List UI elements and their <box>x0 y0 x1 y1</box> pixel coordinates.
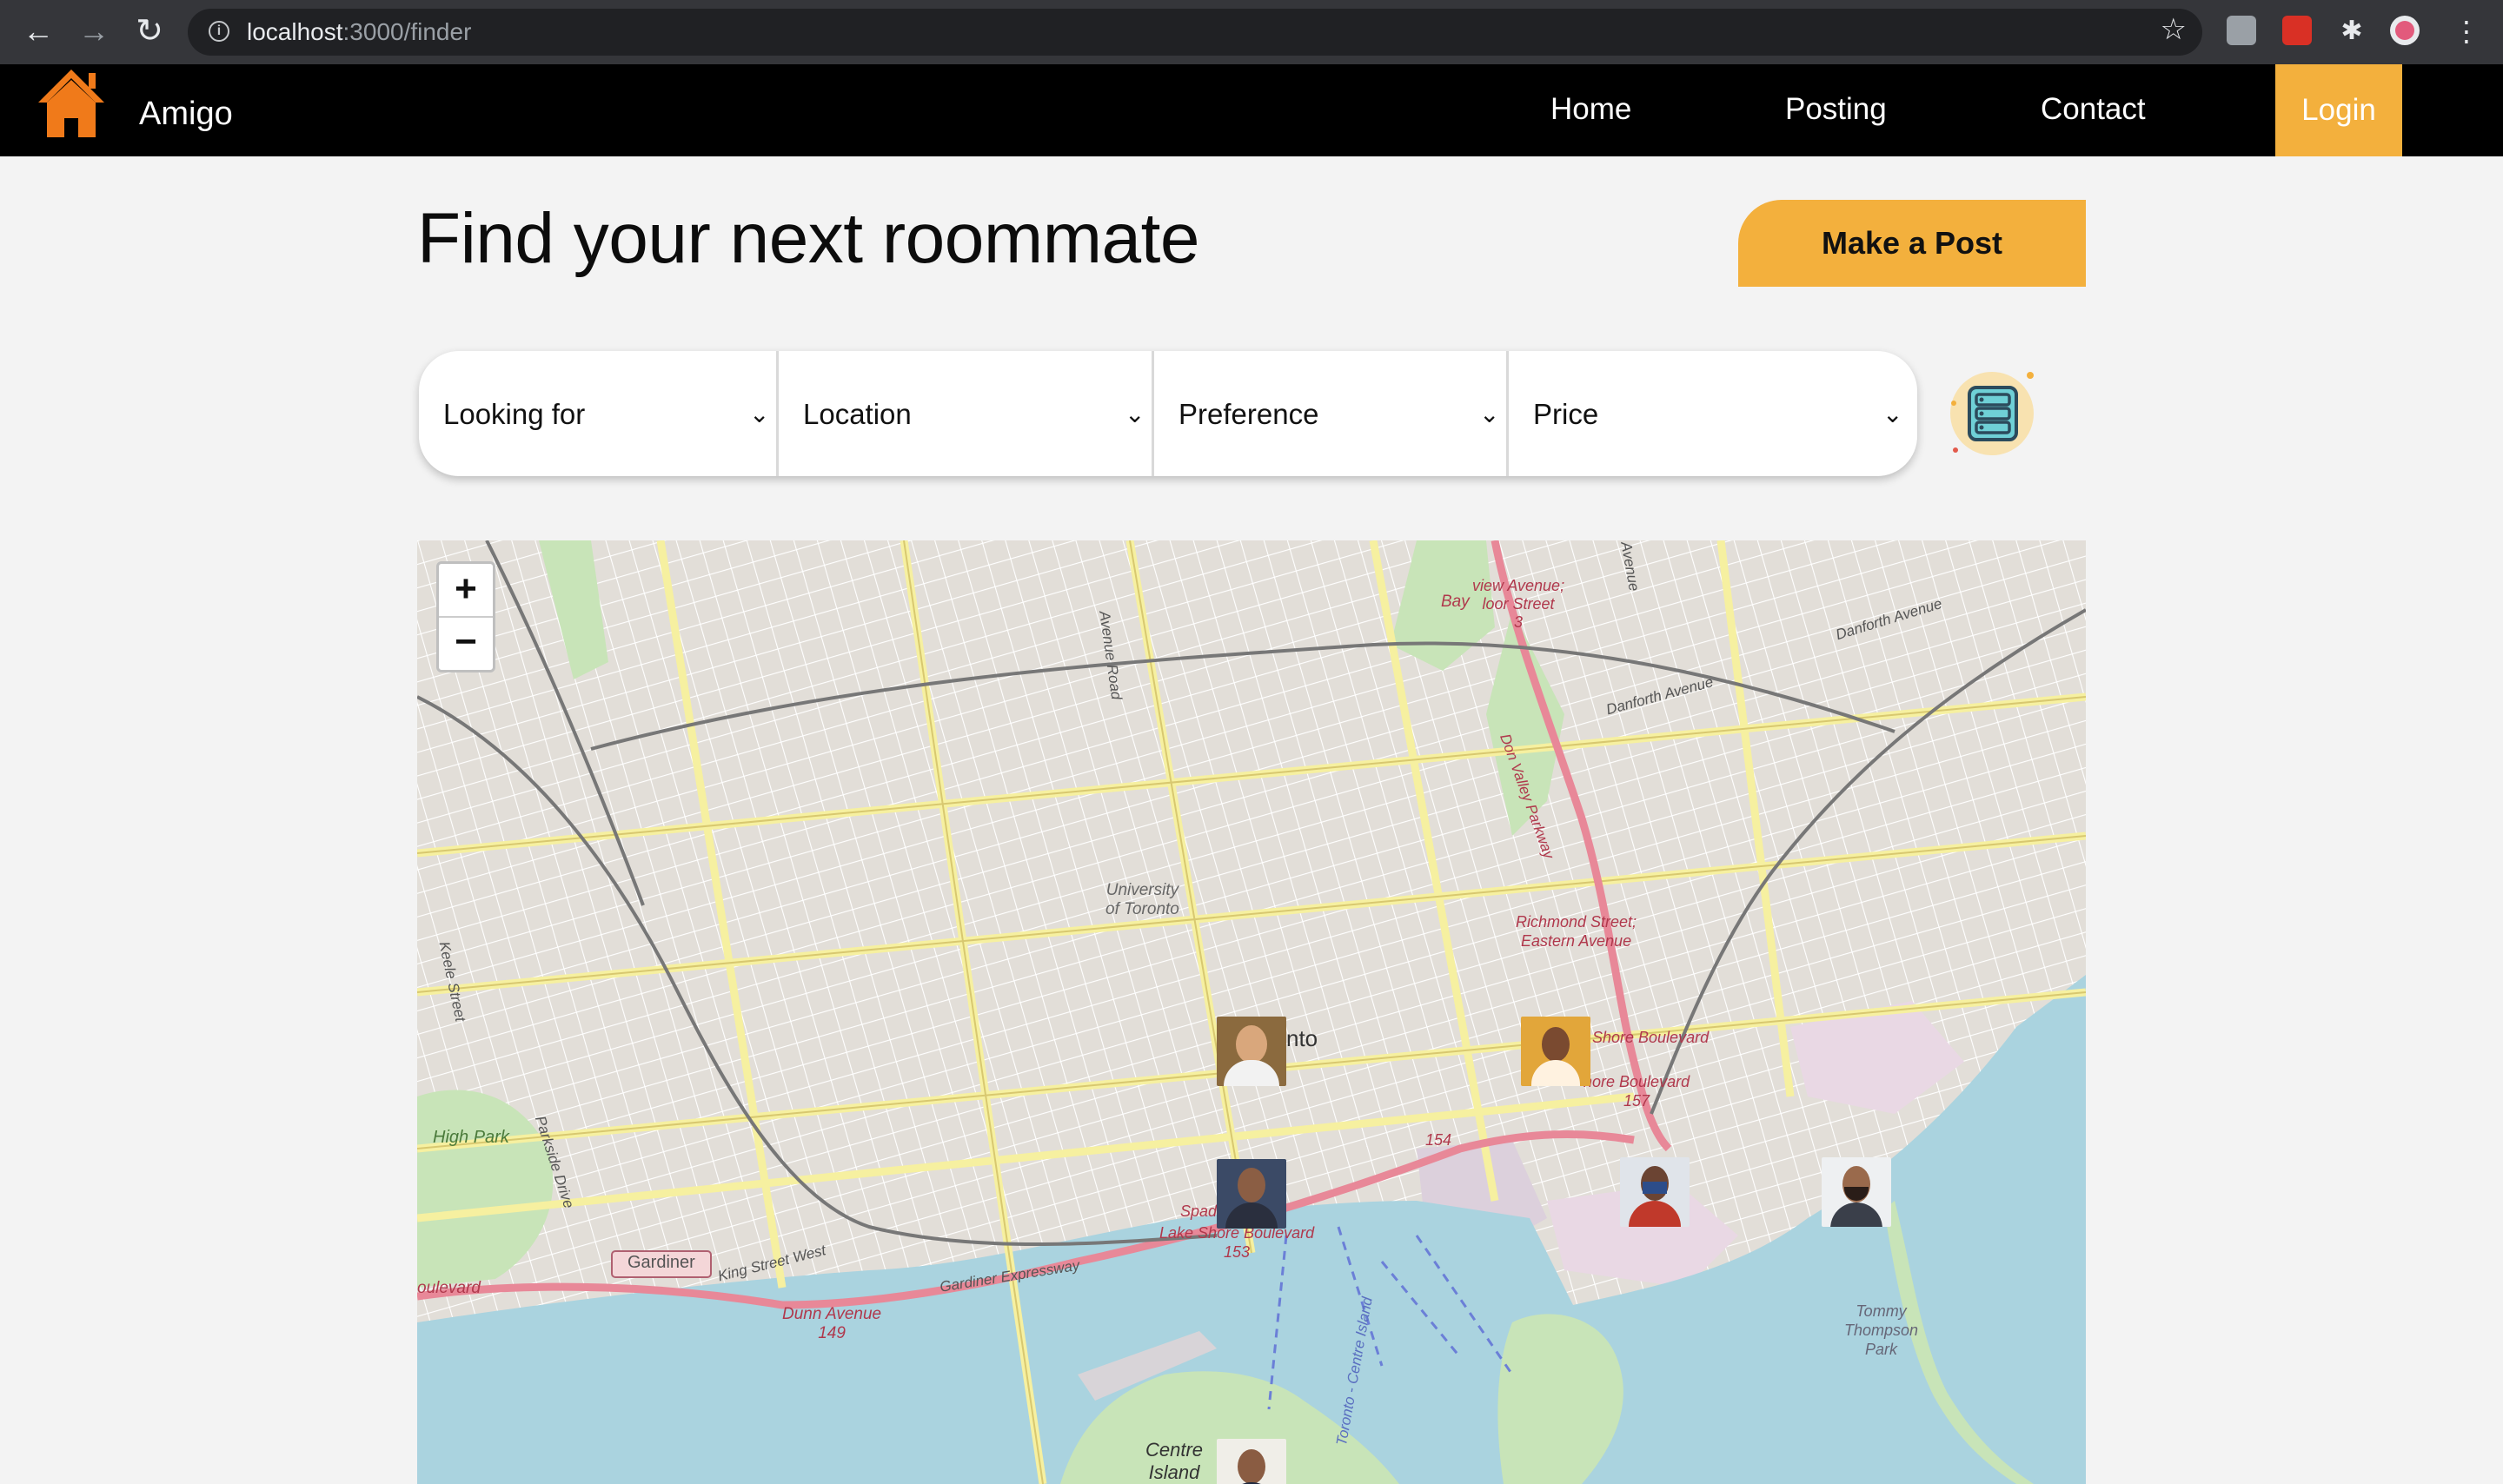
profile-avatar-icon[interactable] <box>2390 16 2420 45</box>
map-label-gardiner-shield: Gardiner <box>627 1253 695 1272</box>
page-title: Find your next roommate <box>417 199 1200 278</box>
profile-marker[interactable] <box>1620 1157 1690 1227</box>
map-label-bay: Bay <box>1441 593 1470 611</box>
chevron-down-icon: ⌄ <box>1882 401 1903 427</box>
map-label-tommy-thompson: Tommy Thompson Park <box>1844 1302 1919 1358</box>
filter-looking-for-select[interactable]: Looking for ⌄ <box>419 351 779 476</box>
profile-marker[interactable] <box>1217 1439 1286 1484</box>
browser-toolbar: ← → ↻ i localhost:3000/finder ☆ ✱ ⋮ <box>0 0 2503 64</box>
filter-bar: Looking for ⌄ Location ⌄ Preference ⌄ Pr… <box>419 351 1917 476</box>
list-view-toggle-icon[interactable] <box>1943 365 2041 462</box>
map-label-hwy-154: 154 <box>1425 1131 1452 1149</box>
make-a-post-button[interactable]: Make a Post <box>1738 200 2086 287</box>
map-label-shore-2: hore Boulevard 157 <box>1583 1073 1690 1110</box>
map-label-spad: Spad <box>1180 1202 1218 1220</box>
zoom-control: + − <box>436 561 495 672</box>
chevron-down-icon: ⌄ <box>749 401 770 427</box>
extension-translate-icon[interactable] <box>2227 16 2256 45</box>
zoom-out-button[interactable]: − <box>439 617 493 669</box>
browser-menu-icon[interactable]: ⋮ <box>2447 12 2486 50</box>
map-label-boulevard: oulevard <box>417 1279 481 1297</box>
login-button[interactable]: Login <box>2275 64 2402 156</box>
chevron-down-icon: ⌄ <box>1479 401 1500 427</box>
puzzle-extensions-icon[interactable]: ✱ <box>2333 12 2371 50</box>
profile-marker[interactable] <box>1217 1159 1286 1229</box>
forward-arrow-icon[interactable]: → <box>75 12 113 50</box>
site-info-icon[interactable]: i <box>209 21 229 42</box>
address-bar[interactable]: i localhost:3000/finder ☆ <box>188 9 2202 56</box>
nav-posting[interactable]: Posting <box>1785 92 1887 127</box>
zoom-in-button[interactable]: + <box>439 564 493 618</box>
map-label-high-park: High Park <box>433 1128 509 1147</box>
bookmark-star-icon[interactable]: ☆ <box>2161 12 2187 47</box>
map-label-centre-island: Centre Island <box>1145 1439 1204 1483</box>
filter-price-select[interactable]: Price ⌄ <box>1509 351 1917 476</box>
navbar: Amigo Home Posting Contact Login <box>0 64 2503 156</box>
profile-marker[interactable] <box>1822 1157 1891 1227</box>
chevron-down-icon: ⌄ <box>1125 401 1145 427</box>
map[interactable]: University of Toronto nto High Park Keele… <box>417 540 2086 1484</box>
map-label-bloor: view Avenue; loor Street 3 <box>1472 577 1565 631</box>
profile-marker[interactable] <box>1521 1017 1590 1086</box>
back-arrow-icon[interactable]: ← <box>19 12 57 50</box>
map-tiles[interactable] <box>417 540 2086 1484</box>
house-logo-icon[interactable] <box>35 64 108 139</box>
nav-contact[interactable]: Contact <box>2041 92 2146 127</box>
url-text[interactable]: localhost:3000/finder <box>247 18 471 46</box>
map-label-lake-shore: Lake Shore Boulevard 153 <box>1159 1224 1315 1261</box>
extension-red-icon[interactable] <box>2282 16 2312 45</box>
map-label-shore-1: Shore Boulevard <box>1592 1029 1710 1046</box>
filter-preference-label: Preference <box>1178 398 1319 430</box>
profile-marker[interactable] <box>1217 1017 1286 1086</box>
reload-icon[interactable]: ↻ <box>130 12 169 50</box>
filter-location-label: Location <box>803 398 912 430</box>
map-label-toronto: nto <box>1286 1025 1318 1051</box>
map-label-university: University of Toronto <box>1105 881 1179 918</box>
filter-looking-for-label: Looking for <box>443 398 586 430</box>
filter-location-select[interactable]: Location ⌄ <box>779 351 1154 476</box>
nav-home[interactable]: Home <box>1550 92 1631 127</box>
filter-preference-select[interactable]: Preference ⌄ <box>1154 351 1509 476</box>
filter-price-label: Price <box>1533 398 1599 430</box>
brand-name[interactable]: Amigo <box>139 96 233 133</box>
map-label-dunn: Dunn Avenue 149 <box>782 1305 882 1342</box>
map-label-richmond: Richmond Street; Eastern Avenue <box>1516 913 1637 950</box>
